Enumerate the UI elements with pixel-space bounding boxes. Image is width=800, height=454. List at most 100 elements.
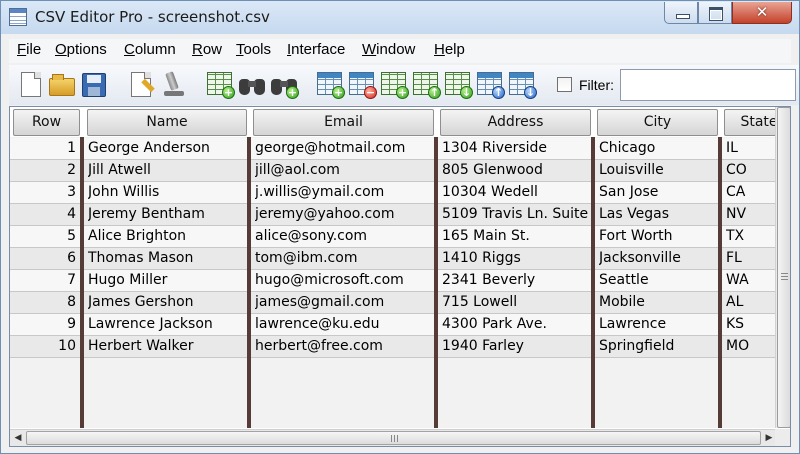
horizontal-scrollbar[interactable]: ◀ ▶ xyxy=(10,429,790,446)
cell-name[interactable]: Alice Brighton xyxy=(88,226,246,247)
save-button[interactable] xyxy=(79,69,109,99)
cell-name[interactable]: Hugo Miller xyxy=(88,270,246,291)
cell-city[interactable]: Seattle xyxy=(599,270,717,291)
filter-input[interactable] xyxy=(620,69,796,101)
cell-city[interactable]: Lawrence xyxy=(599,314,717,335)
cell-city[interactable]: Las Vegas xyxy=(599,204,717,225)
table-row[interactable]: 8 James Gershon james@gmail.com 715 Lowell M… xyxy=(10,292,775,314)
cell-name[interactable]: Jill Atwell xyxy=(88,160,246,181)
cell-state[interactable]: FL xyxy=(726,248,774,269)
column-header-city[interactable]: City xyxy=(597,109,718,136)
column-header-name[interactable]: Name xyxy=(87,109,247,136)
add-row-button[interactable]: + xyxy=(315,69,345,99)
table-row[interactable]: 4 Jeremy Bentham jeremy@yahoo.com 5109 Trav… xyxy=(10,204,775,226)
cell-email[interactable]: hugo@microsoft.com xyxy=(255,270,433,291)
cell-email[interactable]: jeremy@yahoo.com xyxy=(255,204,433,225)
vertical-scroll-thumb[interactable] xyxy=(777,107,790,428)
cell-email[interactable]: george@hotmail.com xyxy=(255,138,433,159)
edit-button[interactable] xyxy=(127,69,157,99)
cell-address[interactable]: 1940 Farley xyxy=(442,336,590,357)
cell-row-number[interactable]: 5 xyxy=(10,226,76,247)
cell-name[interactable]: John Willis xyxy=(88,182,246,203)
delete-row-button[interactable]: − xyxy=(347,69,377,99)
maximize-button[interactable] xyxy=(698,2,732,24)
cell-row-number[interactable]: 7 xyxy=(10,270,76,291)
cell-row-number[interactable]: 8 xyxy=(10,292,76,313)
column-header-address[interactable]: Address xyxy=(440,109,591,136)
table-row[interactable]: 2 Jill Atwell jill@aol.com 805 Glenwood Loui… xyxy=(10,160,775,182)
menu-help[interactable]: Help xyxy=(434,41,465,58)
table-row[interactable]: 9 Lawrence Jackson lawrence@ku.edu 4300 Par… xyxy=(10,314,775,336)
cell-name[interactable]: George Anderson xyxy=(88,138,246,159)
cell-address[interactable]: 1410 Riggs xyxy=(442,248,590,269)
cell-row-number[interactable]: 3 xyxy=(10,182,76,203)
cell-address[interactable]: 1304 Riverside xyxy=(442,138,590,159)
insert-row-button[interactable]: + xyxy=(379,69,409,99)
cell-state[interactable]: CO xyxy=(726,160,774,181)
table-row[interactable]: 1 George Anderson george@hotmail.com 1304 R… xyxy=(10,138,775,160)
menu-tools[interactable]: Tools xyxy=(236,41,271,58)
menu-options[interactable]: Options xyxy=(55,41,107,58)
cell-city[interactable]: Fort Worth xyxy=(599,226,717,247)
column-separator[interactable] xyxy=(591,137,595,428)
cell-email[interactable]: herbert@free.com xyxy=(255,336,433,357)
cell-state[interactable]: NV xyxy=(726,204,774,225)
find-button[interactable] xyxy=(237,69,267,99)
cell-state[interactable]: CA xyxy=(726,182,774,203)
column-separator[interactable] xyxy=(80,137,84,428)
cell-state[interactable]: MO xyxy=(726,336,774,357)
cell-city[interactable]: Mobile xyxy=(599,292,717,313)
scroll-right-icon[interactable]: ▶ xyxy=(762,432,776,445)
table-row[interactable]: 3 John Willis j.willis@ymail.com 10304 Wede… xyxy=(10,182,775,204)
cell-address[interactable]: 165 Main St. xyxy=(442,226,590,247)
cell-address[interactable]: 715 Lowell xyxy=(442,292,590,313)
menu-interface[interactable]: Interface xyxy=(287,41,345,58)
cell-city[interactable]: Chicago xyxy=(599,138,717,159)
vertical-scrollbar[interactable] xyxy=(775,107,790,428)
cell-state[interactable]: KS xyxy=(726,314,774,335)
cell-address[interactable]: 805 Glenwood xyxy=(442,160,590,181)
column-header-state[interactable]: State xyxy=(724,109,775,136)
cell-address[interactable]: 5109 Travis Ln. Suite 30 xyxy=(442,204,590,225)
cell-city[interactable]: San Jose xyxy=(599,182,717,203)
sort-ascending-button[interactable]: ↑ xyxy=(475,69,505,99)
find-add-button[interactable]: + xyxy=(269,69,299,99)
cell-email[interactable]: lawrence@ku.edu xyxy=(255,314,433,335)
column-separator[interactable] xyxy=(247,137,251,428)
menu-row[interactable]: Row xyxy=(192,41,222,58)
cell-name[interactable]: Herbert Walker xyxy=(88,336,246,357)
minimize-button[interactable] xyxy=(664,2,698,24)
menu-file[interactable]: File xyxy=(17,41,41,58)
scroll-left-icon[interactable]: ◀ xyxy=(11,432,25,445)
cell-row-number[interactable]: 10 xyxy=(10,336,76,357)
cell-email[interactable]: tom@ibm.com xyxy=(255,248,433,269)
column-separator[interactable] xyxy=(434,137,438,428)
cell-name[interactable]: Jeremy Bentham xyxy=(88,204,246,225)
menu-column[interactable]: Column xyxy=(124,41,176,58)
column-separator[interactable] xyxy=(718,137,722,428)
column-header-email[interactable]: Email xyxy=(253,109,434,136)
new-file-button[interactable] xyxy=(17,69,47,99)
inspect-button[interactable] xyxy=(159,69,189,99)
cell-name[interactable]: James Gershon xyxy=(88,292,246,313)
column-header-row[interactable]: Row xyxy=(13,109,80,136)
cell-row-number[interactable]: 4 xyxy=(10,204,76,225)
cell-email[interactable]: alice@sony.com xyxy=(255,226,433,247)
cell-state[interactable]: IL xyxy=(726,138,774,159)
cell-state[interactable]: AL xyxy=(726,292,774,313)
move-row-up-button[interactable]: ↑ xyxy=(411,69,441,99)
move-row-down-button[interactable]: ↓ xyxy=(443,69,473,99)
cell-row-number[interactable]: 1 xyxy=(10,138,76,159)
cell-email[interactable]: jill@aol.com xyxy=(255,160,433,181)
sort-descending-button[interactable]: ↓ xyxy=(507,69,537,99)
horizontal-scroll-thumb[interactable] xyxy=(26,431,761,445)
cell-name[interactable]: Lawrence Jackson xyxy=(88,314,246,335)
cell-row-number[interactable]: 6 xyxy=(10,248,76,269)
cell-city[interactable]: Springfield xyxy=(599,336,717,357)
table-row[interactable]: 10 Herbert Walker herbert@free.com 1940 Far… xyxy=(10,336,775,358)
cell-address[interactable]: 10304 Wedell xyxy=(442,182,590,203)
menu-window[interactable]: Window xyxy=(362,41,415,58)
cell-row-number[interactable]: 2 xyxy=(10,160,76,181)
table-row[interactable]: 5 Alice Brighton alice@sony.com 165 Main St… xyxy=(10,226,775,248)
title-bar[interactable]: CSV Editor Pro - screenshot.csv ✕ xyxy=(1,1,799,34)
